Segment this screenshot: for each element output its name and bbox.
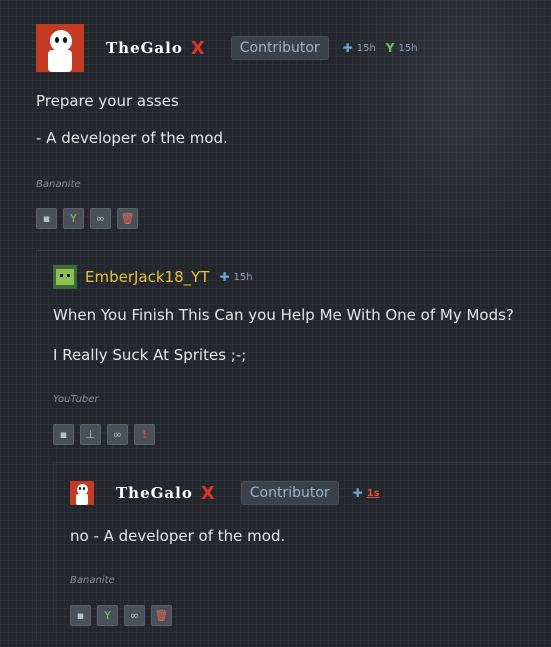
reply-icon[interactable]: ▪ (36, 208, 57, 229)
endorse-icon[interactable]: Y (97, 605, 118, 626)
contributor-badge: Contributor (240, 481, 339, 505)
comment-actions: ▪ Y ∞ 🗑 (70, 605, 172, 626)
fork-icon: Y (385, 41, 395, 55)
timestamp: 15h (233, 271, 253, 283)
delete-icon[interactable]: 🗑 (151, 605, 172, 626)
endorse-icon[interactable]: Y (63, 208, 84, 229)
fork-timestamp: 15h (398, 42, 418, 54)
username-logo[interactable]: TheGalo (106, 39, 183, 57)
avatar[interactable] (70, 481, 94, 505)
comment-actions: ▪ Y ∞ 🗑 (36, 208, 138, 229)
link-icon[interactable]: ∞ (107, 424, 128, 445)
delete-icon[interactable]: 🗑 (117, 208, 138, 229)
plus-icon: ✚ (219, 270, 230, 284)
username-logo-mark: X (200, 482, 215, 504)
reply-icon[interactable]: ▪ (53, 424, 74, 445)
comment-header: EmberJack18_YT ✚ 15h (53, 265, 253, 289)
comment-line: - A developer of the mod. (36, 129, 228, 147)
comment-header: TheGalo X Contributor ✚ 15h Y 15h (36, 24, 418, 72)
stamp-icon[interactable]: ⊥ (80, 424, 101, 445)
avatar[interactable] (36, 24, 84, 72)
report-icon[interactable]: ! (134, 424, 155, 445)
comment-meta: ✚ 1s (353, 486, 380, 500)
avatar[interactable] (53, 265, 77, 289)
comment-meta: ✚ 15h Y 15h (343, 41, 418, 55)
signature: Bananite (36, 179, 81, 190)
username[interactable]: EmberJack18_YT (85, 268, 209, 286)
username-logo-mark: X (190, 37, 205, 59)
timestamp: 15h (356, 42, 376, 54)
comment-line: When You Finish This Can you Help Me Wit… (53, 306, 514, 324)
reply-icon[interactable]: ▪ (70, 605, 91, 626)
signature: YouTuber (53, 394, 99, 405)
contributor-badge: Contributor (230, 36, 329, 60)
comment-line: Prepare your asses (36, 92, 179, 110)
timestamp: 1s (366, 487, 380, 499)
signature: Bananite (70, 575, 115, 586)
comment-line: no - A developer of the mod. (70, 527, 286, 545)
comment-meta: ✚ 15h (219, 270, 252, 284)
comment-actions: ▪ ⊥ ∞ ! (53, 424, 155, 445)
link-icon[interactable]: ∞ (124, 605, 145, 626)
comment-reply-nested: TheGalo X Contributor ✚ 1s no - A develo… (53, 462, 551, 631)
plus-icon: ✚ (342, 41, 353, 55)
comment-line: I Really Suck At Sprites ;-; (53, 346, 247, 364)
comment-header: TheGalo X Contributor ✚ 1s (70, 481, 380, 505)
link-icon[interactable]: ∞ (90, 208, 111, 229)
plus-icon: ✚ (352, 486, 363, 500)
username-logo[interactable]: TheGalo (116, 484, 193, 502)
